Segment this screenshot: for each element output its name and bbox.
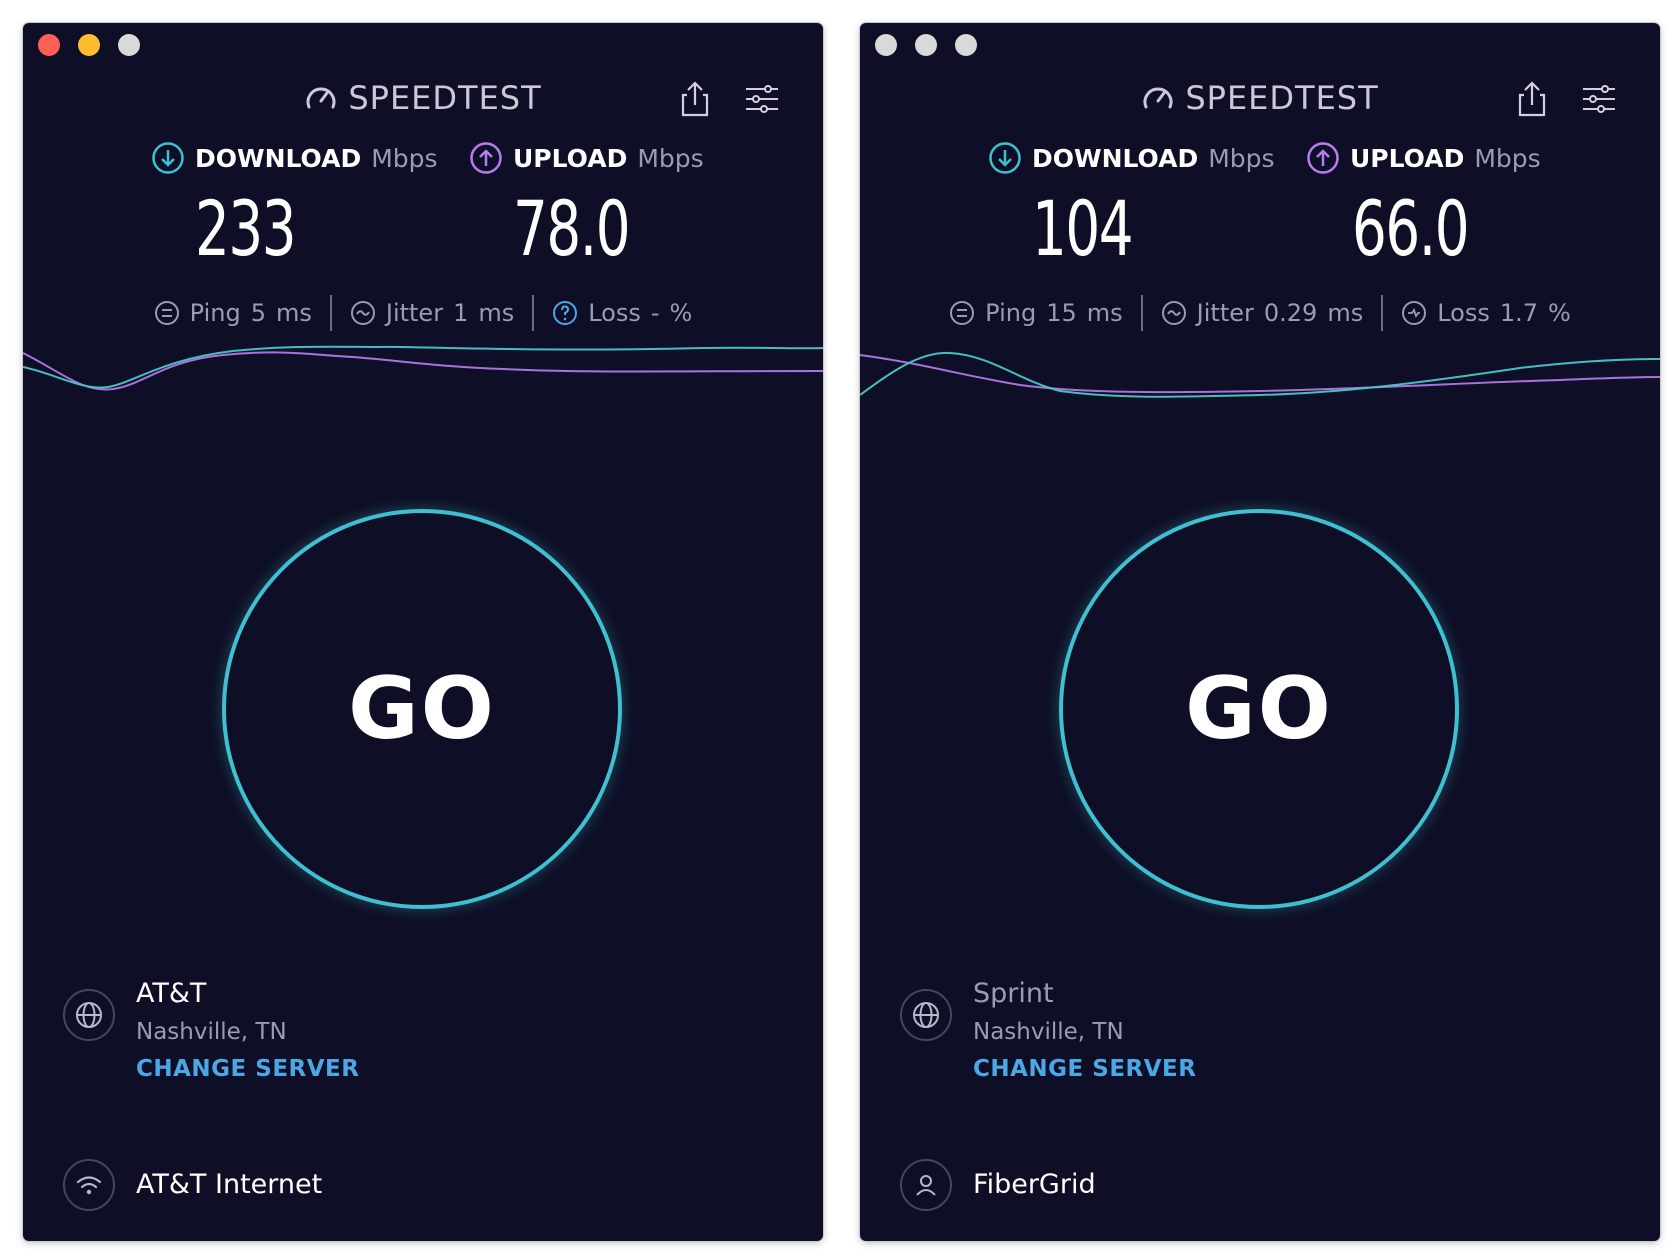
speedtest-window-2: SPEEDTEST DOWNLOAD Mbps 104 UPLOAD Mbps … bbox=[860, 23, 1660, 1241]
speed-graph bbox=[860, 351, 1660, 398]
server-name: Sprint bbox=[973, 978, 1054, 1009]
download-unit: Mbps bbox=[1208, 143, 1275, 173]
share-icon bbox=[1518, 81, 1546, 117]
share-icon bbox=[681, 81, 709, 117]
upload-value: 78.0 bbox=[513, 184, 631, 273]
minimize-button[interactable] bbox=[78, 34, 100, 56]
wifi-icon bbox=[63, 1159, 115, 1211]
stats-row: Ping 5 ms Jitter 1 ms Loss - % bbox=[23, 295, 823, 331]
jitter-value: 0.29 bbox=[1263, 299, 1318, 327]
zoom-button[interactable] bbox=[118, 34, 140, 56]
server-globe-icon bbox=[900, 989, 952, 1041]
share-button[interactable] bbox=[675, 79, 715, 119]
jitter-stat: Jitter 1 ms bbox=[332, 299, 532, 327]
ping-value: 15 bbox=[1046, 299, 1077, 327]
ping-label: Ping bbox=[189, 299, 241, 327]
download-label: DOWNLOAD bbox=[1032, 143, 1199, 173]
jitter-unit: ms bbox=[1327, 299, 1364, 327]
loss-label: Loss bbox=[1437, 299, 1490, 327]
window-controls bbox=[875, 34, 977, 56]
connection-name: FiberGrid bbox=[973, 1169, 1096, 1200]
ping-icon bbox=[950, 301, 975, 325]
speedometer-icon bbox=[1143, 87, 1173, 109]
download-header: DOWNLOAD Mbps bbox=[151, 141, 438, 175]
download-unit: Mbps bbox=[371, 143, 438, 173]
speedtest-window-1: SPEEDTEST DOWNLOAD Mbps 233 UPLOAD Mbps … bbox=[23, 23, 823, 1241]
loss-stat: Loss 1.7 % bbox=[1383, 299, 1589, 327]
download-header: DOWNLOAD Mbps bbox=[988, 141, 1275, 175]
speedometer-icon bbox=[306, 87, 336, 109]
close-button[interactable] bbox=[875, 34, 897, 56]
jitter-value: 1 bbox=[453, 299, 469, 327]
upload-unit: Mbps bbox=[637, 143, 704, 173]
stats-row: Ping 15 ms Jitter 0.29 ms Loss 1.7 % bbox=[860, 295, 1660, 331]
server-location: Nashville, TN bbox=[136, 1019, 287, 1045]
download-arrow-icon bbox=[989, 142, 1021, 174]
upload-label: UPLOAD bbox=[513, 143, 628, 173]
loss-stat: Loss - % bbox=[534, 299, 710, 327]
go-button[interactable]: GO bbox=[222, 509, 622, 909]
sliders-icon bbox=[746, 85, 778, 113]
upload-arrow-icon bbox=[1307, 142, 1339, 174]
server-name: AT&T bbox=[136, 978, 207, 1009]
go-button[interactable]: GO bbox=[1059, 509, 1459, 909]
settings-button[interactable] bbox=[742, 79, 782, 119]
loss-label: Loss bbox=[588, 299, 641, 327]
jitter-label: Jitter bbox=[1196, 299, 1254, 327]
sliders-icon bbox=[1583, 85, 1615, 113]
upload-trace-line bbox=[23, 351, 823, 391]
download-trace-line bbox=[23, 345, 823, 389]
download-value: 233 bbox=[195, 184, 297, 273]
minimize-button[interactable] bbox=[915, 34, 937, 56]
change-server-link[interactable]: CHANGE SERVER bbox=[973, 1056, 1196, 1082]
upload-header: UPLOAD Mbps bbox=[1306, 141, 1541, 175]
loss-value: 1.7 bbox=[1499, 299, 1539, 327]
loss-unit: % bbox=[669, 299, 693, 327]
upload-header: UPLOAD Mbps bbox=[469, 141, 704, 175]
loss-icon bbox=[1402, 301, 1427, 325]
zoom-button[interactable] bbox=[955, 34, 977, 56]
jitter-unit: ms bbox=[478, 299, 515, 327]
jitter-stat: Jitter 0.29 ms bbox=[1143, 299, 1382, 327]
jitter-icon bbox=[350, 301, 375, 325]
jitter-label: Jitter bbox=[385, 299, 444, 327]
speed-graph bbox=[23, 345, 823, 391]
jitter-icon bbox=[1161, 301, 1186, 325]
upload-unit: Mbps bbox=[1474, 143, 1541, 173]
upload-trace-line bbox=[860, 354, 1660, 394]
upload-arrow-icon bbox=[470, 142, 502, 174]
upload-label: UPLOAD bbox=[1350, 143, 1465, 173]
ping-label: Ping bbox=[985, 299, 1037, 327]
connection-name: AT&T Internet bbox=[136, 1169, 323, 1200]
settings-button[interactable] bbox=[1579, 79, 1619, 119]
user-icon bbox=[900, 1159, 952, 1211]
ping-unit: ms bbox=[1086, 299, 1123, 327]
download-label: DOWNLOAD bbox=[195, 143, 362, 173]
question-icon[interactable] bbox=[552, 300, 578, 326]
share-button[interactable] bbox=[1512, 79, 1552, 119]
change-server-link[interactable]: CHANGE SERVER bbox=[136, 1056, 359, 1082]
ping-value: 5 bbox=[250, 299, 266, 327]
logo-text: SPEEDTEST bbox=[348, 79, 542, 117]
download-value: 104 bbox=[1032, 184, 1134, 273]
ping-stat: Ping 5 ms bbox=[136, 299, 330, 327]
loss-unit: % bbox=[1548, 299, 1571, 327]
server-globe-icon bbox=[63, 989, 115, 1041]
window-controls bbox=[38, 34, 140, 56]
logo-text: SPEEDTEST bbox=[1185, 79, 1379, 117]
ping-stat: Ping 15 ms bbox=[931, 299, 1141, 327]
close-button[interactable] bbox=[38, 34, 60, 56]
loss-value: - bbox=[650, 299, 660, 327]
ping-unit: ms bbox=[275, 299, 312, 327]
upload-value: 66.0 bbox=[1352, 184, 1470, 273]
ping-icon bbox=[154, 301, 179, 325]
download-arrow-icon bbox=[152, 142, 184, 174]
server-location: Nashville, TN bbox=[973, 1019, 1124, 1045]
